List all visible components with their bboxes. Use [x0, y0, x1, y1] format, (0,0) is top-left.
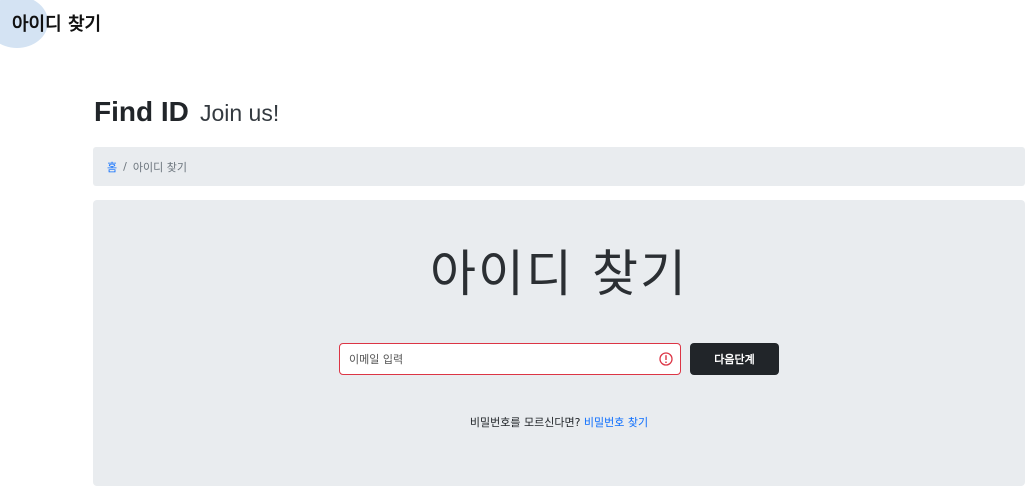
page-title: Find ID: [94, 96, 189, 127]
breadcrumb: 홈 / 아이디 찾기: [93, 147, 1025, 186]
breadcrumb-home-link[interactable]: 홈: [107, 159, 117, 175]
breadcrumb-current: 아이디 찾기: [132, 160, 187, 174]
top-title: 아이디 찾기: [12, 14, 102, 35]
find-id-page: 아이디 찾기 Find ID Join us! 홈 / 아이디 찾기 아이디 찾…: [0, 0, 1033, 496]
email-field: [339, 343, 681, 375]
find-password-link[interactable]: 비밀번호 찾기: [584, 416, 648, 429]
invalid-alert-icon: [659, 352, 673, 366]
panel-title: 아이디 찾기: [430, 245, 688, 303]
breadcrumb-separator: /: [123, 160, 127, 173]
email-input[interactable]: [340, 344, 640, 374]
find-id-panel: 아이디 찾기 다음단계 비밀번호를 모르신다면? 비밀번호 찾기: [93, 200, 1025, 486]
page-heading: Find ID Join us!: [94, 96, 279, 128]
page-subtitle: Join us!: [199, 100, 280, 126]
password-hint: 비밀번호를 모르신다면? 비밀번호 찾기: [93, 414, 1025, 430]
next-step-button[interactable]: 다음단계: [690, 343, 779, 375]
password-hint-text: 비밀번호를 모르신다면?: [469, 416, 584, 429]
